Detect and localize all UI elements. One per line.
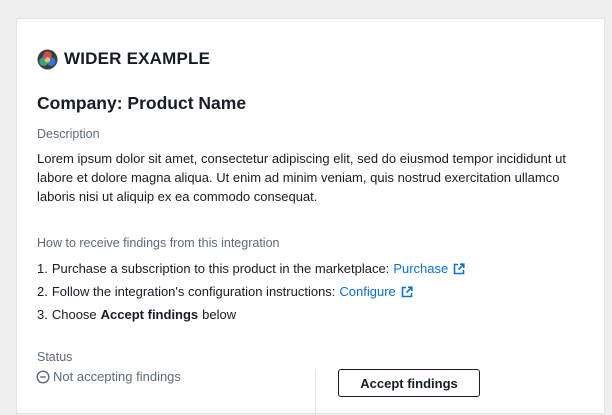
step-text-bold: Accept findings — [100, 307, 199, 322]
status-value: Not accepting findings — [53, 369, 181, 384]
description-text: Lorem ipsum dolor sit amet, consectetur … — [37, 151, 566, 204]
instructions-list: 1. Purchase a subscription to this produ… — [37, 257, 465, 326]
step-number: 3. — [37, 307, 48, 322]
vertical-divider — [315, 369, 316, 415]
configure-link[interactable]: Configure — [339, 280, 395, 303]
status-indicator: Not accepting findings — [36, 369, 181, 384]
external-link-icon[interactable] — [401, 285, 413, 298]
description-label: Description — [37, 127, 100, 141]
integration-card: WIDER EXAMPLE Company: Product Name Desc… — [16, 18, 605, 415]
purchase-link[interactable]: Purchase — [393, 257, 448, 280]
step-text: Purchase a subscription to this product … — [51, 261, 390, 276]
colorful-globe-logo-icon — [37, 49, 58, 69]
step-text-after: below — [202, 307, 237, 322]
instruction-step-purchase: 1. Purchase a subscription to this produ… — [37, 257, 465, 280]
brand-name: WIDER EXAMPLE — [64, 49, 211, 68]
accept-findings-button[interactable]: Accept findings — [338, 369, 480, 397]
minus-circle-icon — [36, 369, 50, 384]
status-label: Status — [37, 350, 73, 364]
product-title: Company: Product Name — [37, 93, 247, 113]
instructions-label: How to receive findings from this integr… — [37, 236, 280, 250]
step-number: 1. — [37, 261, 48, 276]
step-number: 2. — [37, 284, 48, 299]
external-link-icon[interactable] — [453, 262, 465, 275]
brand-header: WIDER EXAMPLE — [37, 46, 210, 72]
instruction-step-configure: 2. Follow the integration's configuratio… — [37, 280, 465, 303]
step-text-before: Choose — [51, 307, 97, 322]
instruction-step-accept: 3. Choose Accept findings below — [37, 303, 465, 326]
step-text: Follow the integration's configuration i… — [51, 284, 336, 299]
